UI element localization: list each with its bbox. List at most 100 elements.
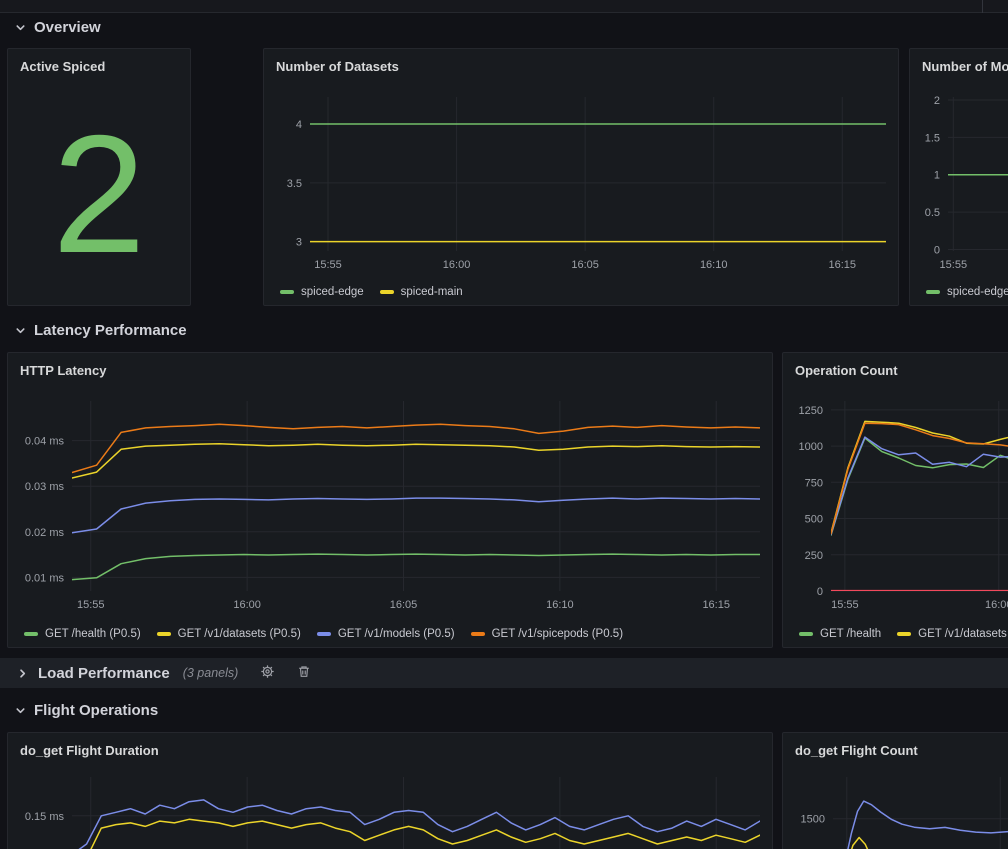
panel-do-get-flight-count: do_get Flight Count 15:5516:0016:0516:10… — [782, 732, 1008, 849]
legend-label: GET /v1/spicepods (P0.5) — [492, 628, 623, 640]
svg-text:2: 2 — [934, 95, 940, 107]
top-bar — [0, 0, 1008, 13]
do-get-flight-count-chart[interactable]: 15:5516:0016:0516:101500 — [783, 767, 1008, 849]
panel-number-of-models: Number of Models 15:5516:0016:0516:1016:… — [909, 48, 1008, 306]
svg-text:250: 250 — [805, 550, 823, 562]
trash-icon — [297, 664, 311, 682]
legend-item[interactable]: GET /health — [799, 628, 881, 640]
legend-swatch — [24, 632, 38, 636]
operation-count-chart[interactable]: 15:5516:0016:0516:10025050075010001250 — [783, 387, 1008, 621]
legend-swatch — [157, 632, 171, 636]
svg-text:0.01 ms: 0.01 ms — [25, 572, 65, 584]
chart-legend: GET /health (P0.5) GET /v1/datasets (P0.5… — [8, 621, 772, 647]
panel-title[interactable]: HTTP Latency — [8, 353, 772, 387]
svg-text:0: 0 — [934, 245, 940, 257]
svg-text:0.5: 0.5 — [925, 207, 940, 219]
svg-text:3: 3 — [296, 237, 302, 249]
legend-item[interactable]: spiced-edge — [926, 286, 1008, 298]
svg-text:16:10: 16:10 — [546, 599, 574, 611]
chart-legend: GET /health GET /v1/datasets — [783, 621, 1008, 647]
legend-swatch — [280, 290, 294, 294]
legend-item[interactable]: GET /v1/datasets — [897, 628, 1007, 640]
legend-item[interactable]: spiced-main — [380, 286, 463, 298]
section-header-overview[interactable]: Overview — [14, 16, 101, 38]
legend-label: GET /v1/datasets (P0.5) — [178, 628, 301, 640]
section-title: Latency Performance — [34, 322, 187, 339]
chevron-down-icon — [14, 704, 27, 717]
legend-swatch — [799, 632, 813, 636]
legend-item[interactable]: GET /v1/spicepods (P0.5) — [471, 628, 623, 640]
row-panel-count: (3 panels) — [183, 666, 239, 680]
legend-label: spiced-edge — [947, 286, 1008, 298]
panel-title[interactable]: do_get Flight Duration — [8, 733, 772, 767]
legend-label: spiced-edge — [301, 286, 364, 298]
number-of-datasets-chart[interactable]: 15:55 16:00 16:05 16:10 16:15 3 3.5 4 — [264, 83, 898, 279]
legend-label: spiced-main — [401, 286, 463, 298]
number-of-models-chart[interactable]: 15:5516:0016:0516:1016:1500.511.52 — [910, 83, 1008, 279]
svg-text:15:55: 15:55 — [831, 599, 859, 611]
panel-title[interactable]: Number of Models — [910, 49, 1008, 83]
legend-item[interactable]: GET /v1/datasets (P0.5) — [157, 628, 301, 640]
legend-swatch — [471, 632, 485, 636]
panel-do-get-flight-duration: do_get Flight Duration 15:5516:0016:0516… — [7, 732, 773, 849]
section-title: Load Performance — [38, 665, 170, 682]
svg-text:750: 750 — [805, 477, 823, 489]
svg-text:15:55: 15:55 — [77, 599, 105, 611]
panel-http-latency: HTTP Latency 15:55 16:00 16:05 16:10 16:15 0.… — [7, 352, 773, 648]
svg-text:1250: 1250 — [799, 405, 823, 417]
chart-legend: spiced-edge — [910, 279, 1008, 305]
svg-text:3.5: 3.5 — [287, 178, 302, 190]
legend-label: GET /v1/models (P0.5) — [338, 628, 455, 640]
svg-text:16:05: 16:05 — [390, 599, 418, 611]
chevron-right-icon — [16, 667, 29, 680]
grafana-dashboard: Overview Active Spiced 2 Number of Datas… — [0, 0, 1008, 849]
chevron-down-icon — [14, 324, 27, 337]
chart-legend: spiced-edge spiced-main — [264, 279, 898, 305]
section-header-flight-operations[interactable]: Flight Operations — [14, 699, 158, 721]
legend-label: GET /v1/datasets — [918, 628, 1007, 640]
svg-text:16:10: 16:10 — [700, 259, 728, 271]
svg-text:1: 1 — [934, 170, 940, 182]
legend-swatch — [317, 632, 331, 636]
panel-title[interactable]: Active Spiced — [8, 49, 190, 83]
legend-item[interactable]: GET /v1/models (P0.5) — [317, 628, 455, 640]
svg-text:15:55: 15:55 — [940, 259, 968, 271]
panel-title[interactable]: Operation Count — [783, 353, 1008, 387]
svg-text:15:55: 15:55 — [314, 259, 342, 271]
svg-text:0.15 ms: 0.15 ms — [25, 811, 65, 823]
legend-swatch — [380, 290, 394, 294]
section-title: Overview — [34, 19, 101, 36]
legend-label: GET /health (P0.5) — [45, 628, 141, 640]
svg-text:1.5: 1.5 — [925, 132, 940, 144]
svg-text:16:00: 16:00 — [233, 599, 261, 611]
svg-text:0.04 ms: 0.04 ms — [25, 436, 65, 448]
svg-text:16:00: 16:00 — [985, 599, 1008, 611]
do-get-flight-duration-chart[interactable]: 15:5516:0016:0516:1016:150.15 ms — [8, 767, 772, 849]
panel-title[interactable]: do_get Flight Count — [783, 733, 1008, 767]
section-title: Flight Operations — [34, 702, 158, 719]
stat-value: 2 — [52, 110, 145, 278]
svg-text:16:15: 16:15 — [829, 259, 857, 271]
legend-label: GET /health — [820, 628, 881, 640]
svg-text:1500: 1500 — [801, 814, 825, 826]
panel-number-of-datasets: Number of Datasets 15:5516:0016:0516:101… — [263, 48, 899, 306]
section-header-load-performance[interactable]: Load Performance (3 panels) — [0, 658, 1008, 688]
svg-text:16:05: 16:05 — [571, 259, 599, 271]
top-bar-divider — [982, 0, 983, 13]
gear-icon — [260, 664, 275, 682]
row-settings-button[interactable] — [260, 664, 275, 682]
legend-item[interactable]: spiced-edge — [280, 286, 364, 298]
legend-item[interactable]: GET /health (P0.5) — [24, 628, 141, 640]
http-latency-chart[interactable]: 15:55 16:00 16:05 16:10 16:15 0.01 ms 0.02 ms 0… — [8, 387, 772, 621]
svg-text:16:00: 16:00 — [443, 259, 471, 271]
svg-text:0.02 ms: 0.02 ms — [25, 527, 65, 539]
stat-body: 2 — [8, 83, 190, 305]
svg-text:16:15: 16:15 — [702, 599, 730, 611]
svg-text:0: 0 — [817, 586, 823, 598]
svg-text:1000: 1000 — [799, 441, 823, 453]
svg-text:500: 500 — [805, 514, 823, 526]
delete-row-button[interactable] — [297, 664, 311, 682]
svg-text:4: 4 — [296, 119, 302, 131]
section-header-latency-performance[interactable]: Latency Performance — [14, 319, 187, 341]
panel-title[interactable]: Number of Datasets — [264, 49, 898, 83]
